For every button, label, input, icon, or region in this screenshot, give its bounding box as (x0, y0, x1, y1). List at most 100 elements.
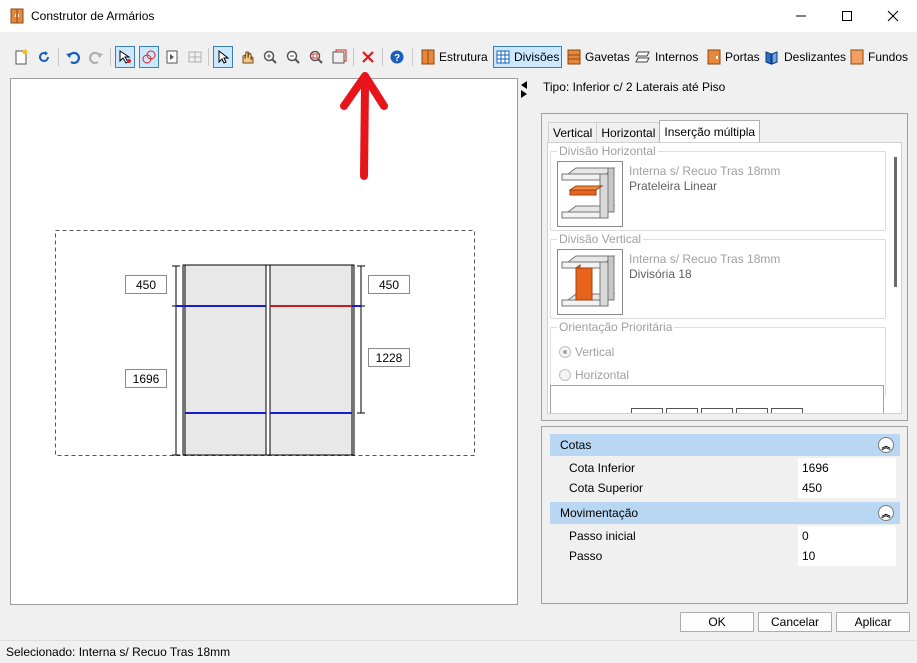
prop-row-cota-superior: Cota Superior 450 (562, 478, 896, 498)
tab-horizontal[interactable]: Horizontal (596, 122, 661, 142)
pan-button[interactable] (237, 46, 257, 68)
section-cotas[interactable]: Cotas ︽ (550, 434, 900, 456)
tab-fundos[interactable]: Fundos (848, 46, 910, 68)
collapse-icon[interactable]: ︽ (878, 437, 894, 453)
minimize-button[interactable] (778, 0, 824, 32)
close-button[interactable] (870, 0, 916, 32)
zoom-fit-icon (309, 50, 323, 64)
refresh-icon (39, 51, 49, 62)
section-title: Movimentação (560, 506, 639, 520)
backs-icon (850, 49, 864, 65)
status-text: Selecionado: Interna s/ Recuo Tras 18mm (6, 645, 231, 659)
radio-label: Horizontal (575, 368, 630, 382)
select-link-icon (142, 50, 156, 64)
scrollbar-thumb[interactable] (894, 157, 897, 287)
tab-gavetas[interactable]: Gavetas (565, 46, 632, 68)
tab-internos[interactable]: Internos (633, 46, 700, 68)
prop-row-cota-inferior: Cota Inferior 1696 (562, 458, 896, 478)
collapse-icon[interactable]: ︽ (878, 505, 894, 521)
export-button[interactable] (162, 46, 182, 68)
prop-name: Passo (562, 546, 796, 566)
maximize-button[interactable] (824, 0, 870, 32)
prop-value-input[interactable]: 10 (798, 546, 896, 566)
radio-horizontal[interactable]: Horizontal (559, 368, 629, 382)
group-horizontal-division: Divisão Horizontal Interna s/ Recuo Tras… (550, 144, 886, 231)
prop-value-input[interactable]: 1696 (798, 458, 896, 478)
status-bar: Selecionado: Interna s/ Recuo Tras 18mm (0, 640, 917, 663)
svg-text:?: ? (394, 53, 400, 64)
apply-button[interactable]: Aplicar (836, 612, 910, 632)
type-label: Tipo: Inferior c/ 2 Laterais até Piso (543, 80, 726, 94)
radio-button (559, 369, 571, 381)
tab-label: Fundos (868, 50, 909, 64)
panel-tabs: Vertical Horizontal Inserção múltipla (548, 120, 761, 142)
tab-label: Deslizantes (784, 50, 847, 64)
zoom-fit-button[interactable] (306, 46, 326, 68)
new-icon (15, 49, 28, 65)
close-icon (887, 10, 899, 22)
zoom-out-icon (286, 50, 300, 64)
prop-value-input[interactable]: 0 (798, 526, 896, 546)
drawers-icon (567, 49, 581, 65)
grid-button[interactable] (185, 46, 205, 68)
division-material: Interna s/ Recuo Tras 18mm (629, 252, 781, 266)
redo-button[interactable] (86, 46, 106, 68)
dimension-right-bottom[interactable]: 1228 (368, 348, 410, 367)
tab-insercao-multipla[interactable]: Inserção múltipla (659, 120, 761, 142)
prop-name: Cota Superior (562, 478, 796, 498)
frame-icon (332, 49, 347, 64)
tab-portas[interactable]: Portas (705, 46, 762, 68)
pan-icon (242, 51, 254, 64)
dimension-left-top[interactable]: 450 (125, 275, 167, 294)
property-grid: Cotas ︽ Cota Inferior 1696 Cota Superior… (541, 426, 908, 604)
pointer-icon (218, 49, 230, 64)
tab-estrutura[interactable]: Estrutura (419, 46, 490, 68)
group-title: Divisão Horizontal (557, 144, 658, 158)
select-node-button[interactable] (115, 46, 135, 68)
tab-vertical[interactable]: Vertical (548, 122, 598, 142)
tab-deslizantes[interactable]: Deslizantes (762, 46, 848, 68)
division-type: Prateleira Linear (629, 179, 718, 193)
internals-icon (635, 51, 650, 63)
minimize-icon (796, 15, 806, 17)
radio-button (559, 346, 571, 358)
undo-icon (66, 51, 80, 65)
cabinet-divider (265, 264, 271, 456)
tab-divisoes[interactable]: Divisões (493, 46, 563, 68)
new-button[interactable] (11, 46, 31, 68)
divisions-icon (496, 50, 510, 64)
radio-vertical[interactable]: Vertical (559, 345, 614, 359)
pointer-button[interactable] (213, 46, 233, 68)
annotation-arrow (340, 72, 388, 180)
zoom-out-button[interactable] (283, 46, 303, 68)
tab-content: Divisão Horizontal Interna s/ Recuo Tras… (547, 142, 902, 414)
ok-button[interactable]: OK (680, 612, 754, 632)
dimension-left-bottom[interactable]: 1696 (125, 369, 167, 388)
prop-name: Cota Inferior (562, 458, 796, 478)
shelf-preview-icon (561, 167, 616, 219)
select-node-icon (119, 50, 131, 64)
help-icon: ? (390, 50, 404, 64)
prop-value-input[interactable]: 450 (798, 478, 896, 498)
undo-button[interactable] (63, 46, 83, 68)
drawing-canvas[interactable]: 450 1696 450 1228 (10, 78, 518, 605)
zoom-in-icon (263, 50, 277, 64)
section-title: Cotas (560, 438, 592, 452)
collapse-panel-icon[interactable] (519, 80, 529, 98)
zoom-in-button[interactable] (260, 46, 280, 68)
divider-thumbnail[interactable] (557, 249, 623, 315)
tab-label: Portas (725, 50, 760, 64)
group-title: Divisão Vertical (557, 232, 644, 246)
refresh-button[interactable] (34, 46, 54, 68)
insertion-panel: Vertical Horizontal Inserção múltipla Di… (541, 113, 908, 421)
prop-name: Passo inicial (562, 526, 796, 546)
structure-icon (421, 49, 435, 65)
cancel-button[interactable]: Cancelar (758, 612, 832, 632)
dimension-right-top[interactable]: 450 (368, 275, 410, 294)
shelf-thumbnail[interactable] (557, 161, 623, 227)
select-link-button[interactable] (139, 46, 159, 68)
window-title: Construtor de Armários (31, 9, 155, 23)
tab-label: Estrutura (439, 50, 488, 64)
maximize-icon (842, 11, 852, 21)
section-movimentacao[interactable]: Movimentação ︽ (550, 502, 900, 524)
